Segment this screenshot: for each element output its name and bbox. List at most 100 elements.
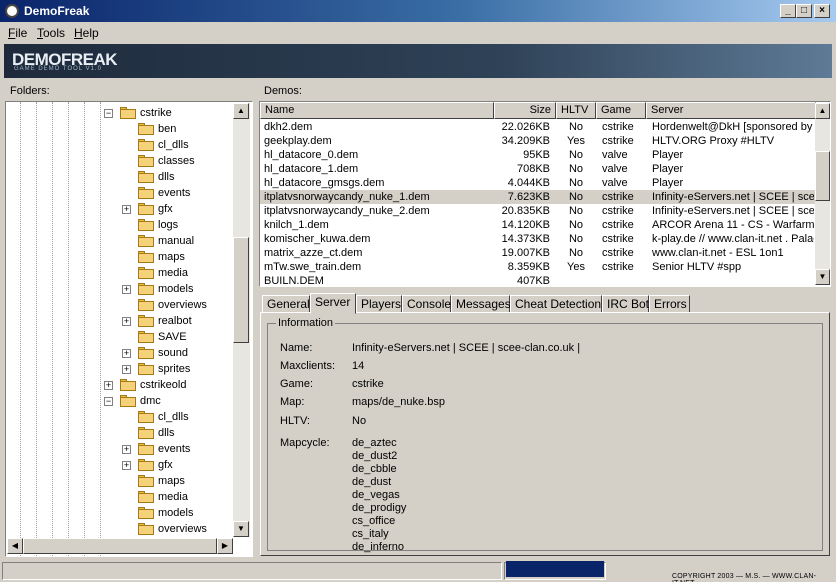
mapcycle-item: cs_italy	[352, 528, 389, 540]
close-button[interactable]: ×	[814, 4, 830, 18]
table-row[interactable]: hl_datacore_0.dem 95KB No valve Player	[260, 148, 816, 162]
table-row[interactable]: mTw.swe_train.dem 8.359KB Yes cstrike Senior…	[260, 260, 816, 274]
scroll-left-button[interactable]: ◀	[7, 538, 23, 554]
expand-icon[interactable]: +	[122, 205, 131, 214]
column-header-hltv[interactable]: HLTV	[556, 102, 596, 119]
tree-node[interactable]: cl_dlls	[6, 137, 236, 153]
folder-tree-vscrollbar[interactable]: ▲ ▼	[233, 103, 250, 537]
tree-node[interactable]: models	[6, 505, 236, 521]
tree-node[interactable]: dlls	[6, 169, 236, 185]
table-scroll-down-button[interactable]: ▼	[815, 269, 830, 285]
tree-node[interactable]: maps	[6, 249, 236, 265]
expand-icon[interactable]: +	[122, 285, 131, 294]
tree-node[interactable]: SAVE	[6, 329, 236, 345]
expand-icon[interactable]: +	[122, 349, 131, 358]
table-scroll-up-button[interactable]: ▲	[815, 103, 830, 119]
cell-name: komischer_kuwa.dem	[264, 233, 371, 245]
table-row[interactable]: hl_datacore_1.dem 708KB No valve Player	[260, 162, 816, 176]
tree-node-label: dmc	[140, 395, 161, 407]
menu-bar: File Tools Help	[0, 22, 836, 42]
tree-node[interactable]: + gfx	[6, 457, 236, 473]
table-row[interactable]: BUILN.DEM 407KB	[260, 274, 816, 286]
folder-icon	[138, 235, 154, 247]
menu-tools[interactable]: Tools	[37, 26, 65, 40]
tree-node[interactable]: + events	[6, 441, 236, 457]
expand-icon[interactable]: +	[104, 381, 113, 390]
table-row[interactable]: itplatvsnorwaycandy_nuke_2.dem 20.835KB No…	[260, 204, 816, 218]
tree-node[interactable]: − cstrike	[6, 105, 236, 121]
expand-icon[interactable]: +	[122, 365, 131, 374]
folder-icon	[138, 155, 154, 167]
hscroll-thumb[interactable]	[23, 538, 217, 554]
cell-game: cstrike	[602, 233, 634, 245]
tree-node[interactable]: − dmc	[6, 393, 236, 409]
mapcycle-item: de_vegas	[352, 489, 400, 501]
collapse-icon[interactable]: −	[104, 109, 113, 118]
tree-node[interactable]: ben	[6, 121, 236, 137]
scroll-up-button[interactable]: ▲	[233, 103, 249, 119]
table-row[interactable]: matrix_azze_ct.dem 19.007KB No cstrike www.c…	[260, 246, 816, 260]
demo-table-vscrollbar[interactable]: ▲ ▼	[815, 103, 830, 285]
expand-icon[interactable]: +	[122, 317, 131, 326]
cell-size: 14.120KB	[501, 219, 550, 231]
mapcycle-list: de_aztec de_dust2 de_cbble de_dust de_vegas d…	[352, 437, 406, 554]
tree-node[interactable]: overviews	[6, 521, 236, 537]
tree-node[interactable]: dlls	[6, 425, 236, 441]
table-row[interactable]: dkh2.dem 22.026KB No cstrike Hordenwelt@DkH …	[260, 120, 816, 134]
tree-node[interactable]: manual	[6, 233, 236, 249]
scroll-right-button[interactable]: ▶	[217, 538, 233, 554]
tree-node[interactable]: logs	[6, 217, 236, 233]
tab-cheat-detection[interactable]: Cheat Detection	[510, 295, 602, 313]
tab-messages[interactable]: Messages	[451, 295, 511, 313]
tab-errors[interactable]: Errors	[649, 295, 690, 313]
tree-node[interactable]: media	[6, 489, 236, 505]
table-scroll-thumb[interactable]	[815, 151, 830, 201]
tree-node[interactable]: + sound	[6, 345, 236, 361]
tree-node[interactable]: classes	[6, 153, 236, 169]
table-row[interactable]: geekplay.dem 34.209KB Yes cstrike HLTV.ORG P…	[260, 134, 816, 148]
tree-node[interactable]: events	[6, 185, 236, 201]
tree-node-label: SAVE	[158, 331, 187, 343]
table-row-selected[interactable]: itplatvsnorwaycandy_nuke_1.dem 7.623KB No c…	[260, 190, 816, 204]
tree-node[interactable]: overviews	[6, 297, 236, 313]
tree-node[interactable]: cl_dlls	[6, 409, 236, 425]
folder-tree[interactable]: − cstrike ben cl_dlls classes dlls events + gfx l…	[6, 102, 252, 556]
folder-icon	[138, 523, 154, 535]
tree-node[interactable]: maps	[6, 473, 236, 489]
expand-icon[interactable]: +	[122, 461, 131, 470]
table-row[interactable]: hl_datacore_gmsgs.dem 4.044KB No valve Playe…	[260, 176, 816, 190]
tree-node-label: maps	[158, 475, 185, 487]
column-header-size[interactable]: Size	[494, 102, 556, 119]
table-row[interactable]: komischer_kuwa.dem 14.373KB No cstrike k-pla…	[260, 232, 816, 246]
menu-file[interactable]: File	[8, 26, 27, 40]
tree-node[interactable]: + sprites	[6, 361, 236, 377]
tree-node[interactable]: + gfx	[6, 201, 236, 217]
cell-hltv: No	[568, 149, 584, 161]
menu-help[interactable]: Help	[74, 26, 99, 40]
column-header-name[interactable]: Name	[260, 102, 494, 119]
tab-players[interactable]: Players	[356, 295, 402, 313]
scroll-thumb[interactable]	[233, 237, 249, 343]
tab-console[interactable]: Console	[402, 295, 451, 313]
collapse-icon[interactable]: −	[104, 397, 113, 406]
tab-general[interactable]: General	[262, 295, 310, 313]
maximize-button[interactable]: □	[796, 4, 812, 18]
tree-node[interactable]: + cstrikeold	[6, 377, 236, 393]
tree-node[interactable]: + realbot	[6, 313, 236, 329]
tree-node-label: cl_dlls	[158, 411, 189, 423]
folder-icon	[138, 203, 154, 215]
minimize-button[interactable]: _	[780, 4, 796, 18]
column-header-server[interactable]: Server	[646, 102, 816, 119]
column-header-game[interactable]: Game	[596, 102, 646, 119]
folder-tree-hscrollbar[interactable]: ◀ ▶	[7, 538, 233, 554]
expand-icon[interactable]: +	[122, 445, 131, 454]
tree-node[interactable]: media	[6, 265, 236, 281]
tab-irc-bot[interactable]: IRC Bot	[602, 295, 649, 313]
table-row[interactable]: knilch_1.dem 14.120KB No cstrike ARCOR Arena…	[260, 218, 816, 232]
folder-icon	[138, 331, 154, 343]
cell-name: hl_datacore_0.dem	[264, 149, 359, 161]
cell-server: Senior HLTV #spp	[652, 261, 742, 273]
tree-node[interactable]: + models	[6, 281, 236, 297]
scroll-down-button[interactable]: ▼	[233, 521, 249, 537]
tab-server[interactable]: Server	[310, 293, 356, 314]
